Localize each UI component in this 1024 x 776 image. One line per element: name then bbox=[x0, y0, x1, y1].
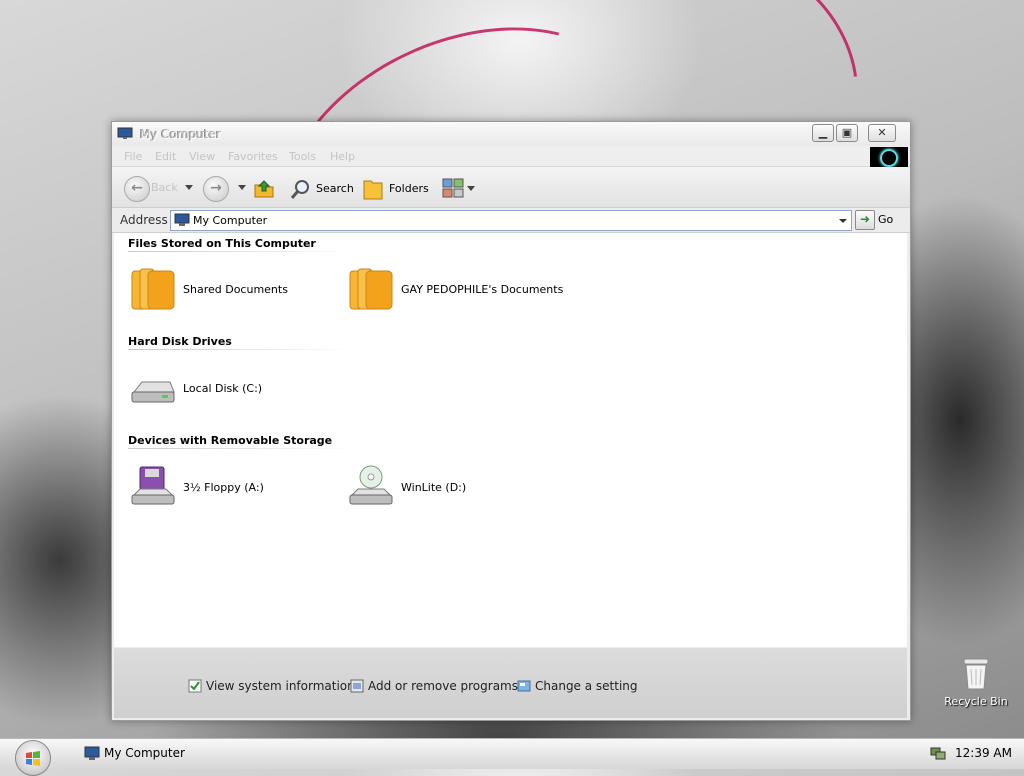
folders-icon bbox=[363, 180, 383, 200]
computer-icon bbox=[174, 213, 190, 226]
address-field[interactable]: My Computer bbox=[170, 210, 852, 231]
views-icon[interactable] bbox=[442, 178, 464, 198]
back-arrow-icon: ← bbox=[131, 180, 143, 196]
folder-icon bbox=[349, 268, 393, 310]
group-title-removable: Devices with Removable Storage bbox=[128, 434, 333, 447]
search-icon bbox=[290, 180, 309, 199]
item-cd-drive-d[interactable]: WinLite (D:) bbox=[346, 463, 556, 513]
group-divider bbox=[128, 349, 353, 350]
menu-file[interactable]: File bbox=[124, 150, 142, 163]
item-label: Shared Documents bbox=[183, 283, 288, 296]
minimize-button[interactable]: ▁ bbox=[812, 124, 834, 142]
menu-view[interactable]: View bbox=[189, 150, 215, 163]
task-label: View system information bbox=[206, 679, 355, 693]
search-button[interactable]: Search bbox=[316, 182, 354, 195]
close-icon: ✕ bbox=[877, 126, 887, 139]
back-dropdown[interactable] bbox=[185, 185, 193, 190]
system-info-icon bbox=[188, 679, 202, 693]
cd-drive-icon bbox=[349, 465, 393, 505]
back-button[interactable]: ← bbox=[124, 176, 150, 202]
maximize-button[interactable]: ▣ bbox=[836, 124, 858, 142]
group-divider bbox=[128, 448, 353, 449]
common-tasks-bar: View system information Add or remove pr… bbox=[114, 648, 907, 718]
folders-button[interactable]: Folders bbox=[389, 182, 429, 195]
network-tray-icon[interactable] bbox=[930, 746, 946, 760]
content-pane: Files Stored on This Computer Shared Doc… bbox=[114, 233, 907, 647]
task-label: Add or remove programs bbox=[368, 679, 518, 693]
taskbar-button-my-computer[interactable]: My Computer bbox=[82, 743, 282, 765]
recycle-bin-label: Recycle Bin bbox=[944, 695, 1008, 708]
up-folder-icon[interactable] bbox=[253, 177, 275, 199]
menu-help[interactable]: Help bbox=[330, 150, 355, 163]
floppy-icon bbox=[131, 466, 175, 505]
task-label: Change a setting bbox=[535, 679, 638, 693]
computer-icon bbox=[117, 127, 133, 139]
item-shared-documents[interactable]: Shared Documents bbox=[128, 265, 338, 315]
toolbar: ← Back → Search Folders bbox=[112, 167, 910, 208]
taskbar-button-label: My Computer bbox=[104, 746, 185, 760]
forward-dropdown[interactable] bbox=[238, 185, 246, 190]
my-computer-window: My Computer ▁ ▣ ✕ File Edit View Favorit… bbox=[111, 121, 911, 721]
start-button[interactable] bbox=[15, 740, 51, 776]
windows-throbber bbox=[870, 147, 908, 169]
go-arrow-icon: ➜ bbox=[859, 212, 871, 226]
windows-start-icon bbox=[26, 751, 40, 766]
desktop-recycle-bin[interactable]: Recycle Bin bbox=[944, 655, 1008, 711]
close-button[interactable]: ✕ bbox=[868, 124, 896, 142]
item-label: WinLite (D:) bbox=[401, 481, 467, 494]
taskbar: My Computer 12:39 AM bbox=[0, 738, 1024, 776]
views-dropdown[interactable] bbox=[467, 186, 475, 191]
maximize-icon: ▣ bbox=[841, 126, 853, 139]
folder-icon bbox=[131, 268, 175, 310]
item-floppy-a[interactable]: 3½ Floppy (A:) bbox=[128, 463, 338, 513]
computer-icon bbox=[84, 746, 100, 760]
group-divider bbox=[128, 251, 353, 252]
forward-button[interactable]: → bbox=[203, 176, 229, 202]
address-label: Address bbox=[120, 213, 168, 227]
minimize-icon: ▁ bbox=[818, 126, 828, 139]
control-panel-icon bbox=[517, 680, 531, 692]
item-label: GAY PEDOPHILE's Documents bbox=[401, 283, 564, 296]
taskbar-clock[interactable]: 12:39 AM bbox=[955, 746, 1012, 760]
item-local-disk-c[interactable]: Local Disk (C:) bbox=[128, 364, 338, 414]
address-value: My Computer bbox=[193, 214, 268, 227]
go-button[interactable]: ➜ bbox=[855, 210, 875, 230]
group-title-files: Files Stored on This Computer bbox=[128, 237, 316, 250]
menu-favorites[interactable]: Favorites bbox=[228, 150, 278, 163]
title-bar[interactable]: My Computer ▁ ▣ ✕ bbox=[112, 122, 910, 146]
forward-arrow-icon: → bbox=[210, 180, 222, 196]
recycle-bin-icon bbox=[963, 658, 989, 690]
menu-edit[interactable]: Edit bbox=[155, 150, 176, 163]
group-title-hard-disks: Hard Disk Drives bbox=[128, 335, 232, 348]
menu-tools[interactable]: Tools bbox=[289, 150, 316, 163]
chevron-down-icon[interactable] bbox=[837, 214, 849, 227]
window-title: My Computer bbox=[140, 127, 221, 141]
item-label: Local Disk (C:) bbox=[183, 382, 263, 395]
back-label: Back bbox=[151, 181, 178, 194]
menu-bar: File Edit View Favorites Tools Help bbox=[112, 146, 910, 169]
item-label: 3½ Floppy (A:) bbox=[183, 481, 264, 494]
programs-icon bbox=[350, 679, 364, 693]
item-user-documents[interactable]: GAY PEDOPHILE's Documents bbox=[346, 265, 606, 315]
hard-disk-icon bbox=[131, 381, 175, 403]
go-label[interactable]: Go bbox=[878, 213, 893, 226]
address-bar: Address My Computer ➜ Go bbox=[112, 208, 910, 233]
